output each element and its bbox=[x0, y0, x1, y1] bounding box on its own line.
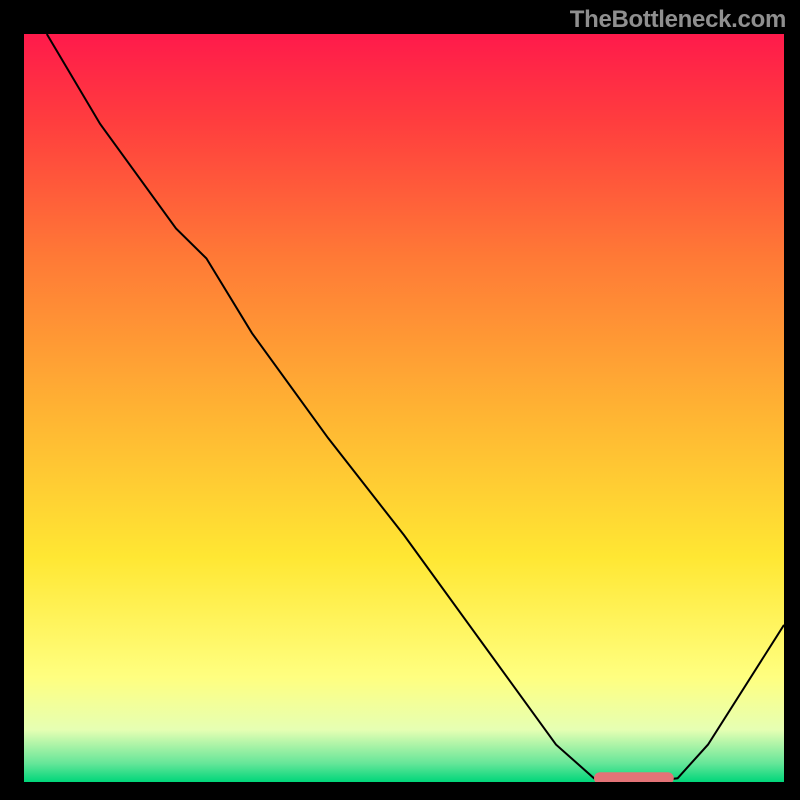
chart-area bbox=[24, 34, 784, 782]
gradient-background bbox=[24, 34, 784, 782]
bottleneck-chart-svg bbox=[24, 34, 784, 782]
watermark-label: TheBottleneck.com bbox=[570, 6, 786, 34]
optimal-range-marker bbox=[594, 772, 674, 782]
